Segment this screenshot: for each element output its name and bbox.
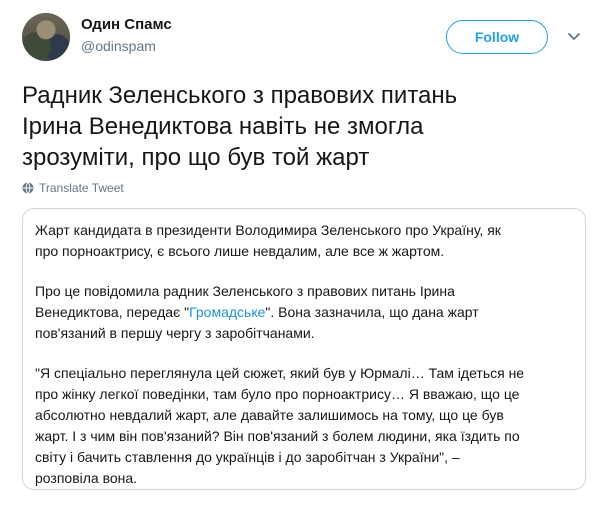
article-paragraph: "Я спеціально переглянула цей сюжет, яки…: [35, 363, 573, 489]
tweet-text-line: Радник Зеленського з правових питань: [22, 82, 458, 109]
author-handle[interactable]: @odinspam: [81, 38, 156, 54]
article-paragraph: Жарт кандидата в президенти Володимира З…: [35, 220, 573, 262]
article-line: світу і бачить ставлення до українців і …: [35, 449, 460, 465]
tweet-text-line: зрозуміти, про що був той жарт: [22, 144, 370, 171]
follow-button[interactable]: Follow: [446, 20, 548, 54]
translate-tweet-label[interactable]: Translate Tweet: [39, 181, 124, 195]
article-line: про порноактрису, є всього лише невдалим…: [35, 243, 445, 259]
article-text: ". Вона зазначила, що дана жарт: [265, 304, 479, 320]
article-line: Про це повідомила радник Зеленського з п…: [35, 283, 455, 299]
article-text: Венедиктова, передає ": [35, 304, 190, 320]
hromadske-link[interactable]: Громадське: [189, 304, 265, 320]
globe-icon: [22, 182, 34, 194]
article-line: абсолютно невдалий жарт, але давайте зал…: [35, 407, 504, 423]
avatar[interactable]: [22, 13, 70, 61]
article-line: "Я спеціально переглянула цей сюжет, яки…: [35, 365, 525, 381]
article-line: про жінку легкої поведінки, там було про…: [35, 386, 520, 402]
tweet-text: Радник Зеленського з правових питань Іри…: [22, 80, 592, 173]
author-display-name[interactable]: Один Спамс: [81, 16, 172, 33]
article-line: пов'язаний в першу чергу з заробітчанами…: [35, 325, 315, 341]
tweet-text-line: Ірина Венедиктова навіть не змогла: [22, 113, 424, 140]
translate-tweet-link[interactable]: Translate Tweet: [22, 181, 124, 195]
chevron-down-icon[interactable]: [566, 28, 582, 44]
article-line: Жарт кандидата в президенти Володимира З…: [35, 222, 501, 238]
quoted-article-card[interactable]: Жарт кандидата в президенти Володимира З…: [22, 208, 586, 490]
article-paragraph: Про це повідомила радник Зеленського з п…: [35, 281, 573, 344]
article-line: Венедиктова, передає "Громадське". Вона …: [35, 302, 573, 323]
article-line: розповіла вона.: [35, 470, 138, 486]
article-line: жарт. І з чим він пов'язаний? Він пов'яз…: [35, 428, 520, 444]
